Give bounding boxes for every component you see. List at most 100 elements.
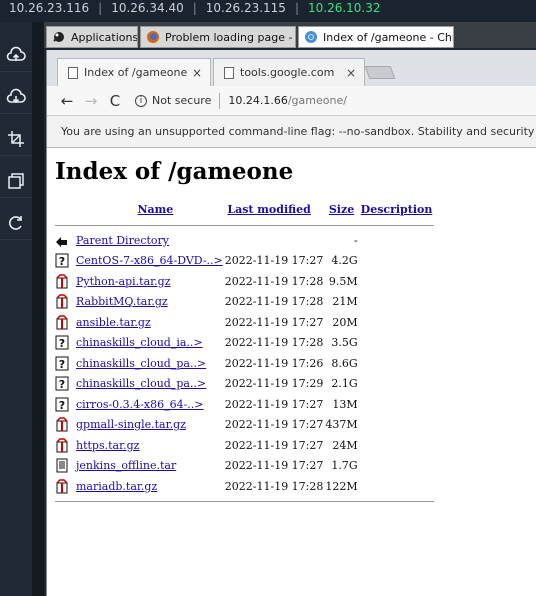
divider: [219, 92, 221, 109]
file-link[interactable]: jenkins_offline.tar: [76, 459, 176, 472]
file-size: 21M: [332, 295, 358, 309]
description: [359, 435, 435, 456]
table-row: Python-api.tar.gz 2022-11-19 17:28 9.5M: [55, 271, 434, 292]
file-link[interactable]: CentOS-7-x86_64-DVD-..>: [76, 254, 223, 267]
last-modified: 2022-11-19 17:27: [224, 397, 324, 411]
file-link[interactable]: cirros-0.3.4-x86_64-..>: [76, 398, 204, 411]
browser-toolbar: ← → C i Not secure 10.24.1.66/gameone/: [47, 86, 536, 116]
file-size: 24M: [332, 438, 358, 452]
forward-icon[interactable]: →: [81, 92, 101, 110]
back-icon[interactable]: ←: [57, 92, 77, 110]
host-ip[interactable]: 10.26.23.115: [197, 1, 295, 15]
last-modified: 2022-11-19 17:29: [224, 377, 324, 391]
download-button[interactable]: [0, 80, 32, 114]
crop-icon: [8, 130, 24, 147]
crop-button[interactable]: [0, 122, 32, 156]
divider: [55, 224, 435, 226]
unknown-file-icon: ?: [55, 335, 69, 350]
file-link[interactable]: mariadb.tar.gz: [76, 480, 157, 493]
host-ip[interactable]: 10.26.34.40: [102, 1, 193, 15]
close-tab-icon[interactable]: ×: [192, 66, 202, 80]
table-row: ? CentOS-7-x86_64-DVD-..> 2022-11-19 17:27…: [55, 251, 434, 272]
file-link[interactable]: chinaskills_cloud_pa..>: [76, 377, 206, 390]
close-tab-icon[interactable]: ×: [346, 66, 356, 80]
table-row: https.tar.gz 2022-11-19 17:27 24M: [55, 435, 434, 456]
refresh-icon: [9, 215, 22, 230]
table-row: jenkins_offline.tar 2022-11-19 17:27 1.7G: [55, 456, 434, 477]
file-link[interactable]: Python-api.tar.gz: [76, 275, 171, 288]
table-row: ? chinaskills_cloud_pa..> 2022-11-19 17:29…: [55, 374, 434, 395]
description: [359, 456, 435, 477]
new-tab-button[interactable]: [364, 66, 396, 79]
taskbar-firefox-window[interactable]: Problem loading page - ...: [140, 26, 296, 48]
reload-icon[interactable]: C: [105, 92, 125, 110]
host-ip-active[interactable]: 10.26.10.32: [299, 1, 390, 15]
last-modified: 2022-11-19 17:27: [224, 438, 324, 452]
description: [359, 476, 435, 497]
taskbar-applications[interactable]: Applications: [46, 26, 138, 48]
tab-label: tools.google.com: [240, 66, 335, 79]
directory-listing: Name Last modified Size Description Pare…: [55, 197, 435, 507]
infobar-text: You are using an unsupported command-lin…: [61, 125, 535, 138]
refresh-button[interactable]: [0, 206, 32, 240]
security-label: Not secure: [152, 94, 212, 107]
tab-label: Index of /gameone: [84, 66, 188, 79]
compressed-file-icon: [56, 315, 68, 330]
last-modified: 2022-11-19 17:28: [224, 336, 324, 350]
table-row: mariadb.tar.gz 2022-11-19 17:28 122M: [55, 476, 434, 497]
download-cloud-icon: [6, 88, 26, 103]
description: [359, 415, 435, 436]
chrome-browser-window: Index of /gameone × tools.google.com × ←…: [46, 50, 536, 596]
file-link[interactable]: chinaskills_cloud_pa..>: [76, 357, 206, 370]
text-file-icon: [56, 458, 68, 473]
last-modified: 2022-11-19 17:26: [224, 356, 324, 370]
taskbar-chrome-window[interactable]: Index of /gameone - Chr...: [298, 26, 454, 48]
svg-text:?: ?: [59, 337, 65, 350]
svg-text:?: ?: [59, 255, 65, 268]
upload-button[interactable]: [0, 38, 32, 72]
file-link[interactable]: https.tar.gz: [76, 439, 139, 452]
file-size: -: [353, 233, 358, 247]
chrome-icon: [305, 31, 317, 43]
url-host: 10.24.1.66: [228, 94, 288, 107]
file-link[interactable]: ansible.tar.gz: [76, 316, 151, 329]
copy-button[interactable]: [0, 164, 32, 198]
file-size: 1.7G: [331, 459, 358, 473]
unknown-file-icon: ?: [55, 253, 69, 268]
page-icon: [224, 66, 234, 79]
column-size[interactable]: Size: [324, 197, 358, 220]
column-last-modified[interactable]: Last modified: [224, 197, 325, 220]
last-modified: 2022-11-19 17:27: [224, 459, 324, 473]
tab-strip: Index of /gameone × tools.google.com ×: [47, 50, 536, 86]
last-modified: 2022-11-19 17:27: [224, 254, 324, 268]
address-bar[interactable]: 10.24.1.66/gameone/: [228, 94, 347, 107]
page-icon: [68, 66, 78, 79]
compressed-file-icon: [56, 417, 68, 432]
description: [359, 292, 435, 313]
tab-tools-google[interactable]: tools.google.com ×: [213, 58, 365, 86]
unknown-file-icon: ?: [55, 356, 69, 371]
parent-directory-link[interactable]: Parent Directory: [76, 234, 169, 247]
taskbar: Applications Problem loading page - ... …: [44, 22, 536, 48]
file-size: 8.6G: [331, 356, 358, 370]
tab-index-gameone[interactable]: Index of /gameone ×: [57, 58, 211, 86]
file-link[interactable]: gpmall-single.tar.gz: [76, 418, 186, 431]
file-link[interactable]: chinaskills_cloud_ia..>: [76, 336, 203, 349]
warning-infobar: You are using an unsupported command-lin…: [47, 116, 536, 148]
file-link[interactable]: RabbitMQ.tar.gz: [76, 295, 168, 308]
column-name[interactable]: Name: [75, 197, 224, 220]
file-size: 3.5G: [331, 336, 358, 350]
security-indicator[interactable]: i Not secure: [135, 94, 211, 107]
column-description[interactable]: Description: [359, 197, 435, 220]
file-size: 9.5M: [328, 274, 358, 288]
description: [359, 374, 435, 395]
last-modified: 2022-11-19 17:28: [224, 479, 324, 493]
applications-icon: [53, 32, 64, 42]
svg-text:?: ?: [59, 378, 65, 391]
file-size: 122M: [325, 479, 358, 493]
host-ip[interactable]: 10.26.23.116: [0, 1, 98, 15]
copy-icon: [8, 172, 24, 189]
divider: [55, 501, 435, 502]
description: [359, 394, 435, 415]
window-gutter: [32, 22, 44, 596]
